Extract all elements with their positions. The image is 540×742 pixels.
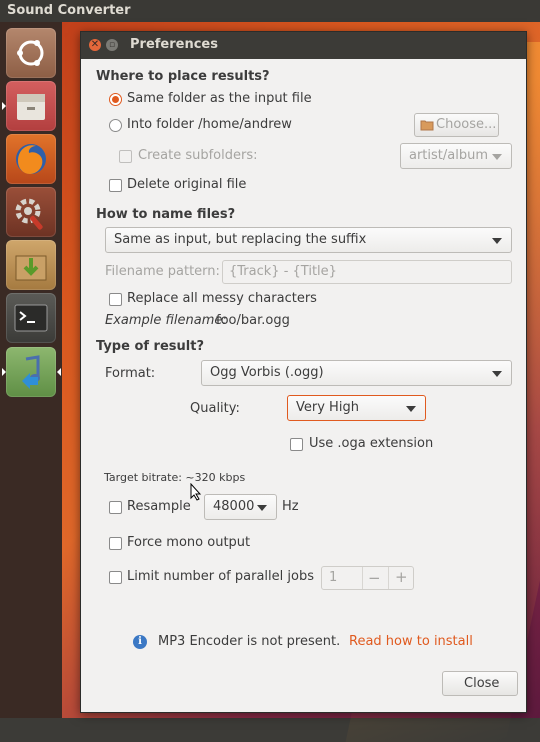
same-folder-label[interactable]: Same folder as the input file [127, 91, 312, 106]
naming-heading: How to name files? [96, 207, 236, 222]
replace-messy-label[interactable]: Replace all messy characters [127, 291, 317, 306]
sound-converter-icon[interactable] [6, 347, 56, 397]
close-window-icon[interactable]: ✕ [89, 39, 101, 51]
dialog-title: Preferences [130, 37, 218, 52]
quality-combo-value: Very High [296, 400, 359, 415]
filename-pattern-value: {Track} - {Title} [229, 264, 337, 279]
software-updater-icon[interactable] [6, 240, 56, 290]
chevron-down-icon [406, 406, 416, 412]
format-combo[interactable]: Ogg Vorbis (.ogg) [201, 360, 512, 386]
chevron-down-icon [492, 371, 502, 377]
decrement-button[interactable]: − [368, 569, 381, 587]
choose-folder-label: Choose... [436, 117, 497, 132]
limit-jobs-checkbox[interactable] [109, 571, 122, 584]
format-combo-value: Ogg Vorbis (.ogg) [210, 365, 324, 380]
minimize-window-icon[interactable]: ▫ [106, 39, 118, 51]
install-help-link[interactable]: Read how to install [349, 634, 473, 649]
create-subfolders-label: Create subfolders: [138, 148, 258, 163]
format-label: Format: [105, 366, 156, 381]
top-panel: Sound Converter [0, 0, 540, 22]
same-folder-radio[interactable] [109, 93, 122, 106]
result-heading: Type of result? [96, 339, 204, 354]
preferences-content: Where to place results? Same folder as t… [82, 59, 524, 711]
subfolder-combo[interactable]: artist/album [400, 143, 512, 169]
chevron-down-icon [257, 505, 267, 511]
launcher [0, 22, 62, 718]
terminal-icon[interactable] [6, 293, 56, 343]
delete-original-checkbox[interactable] [109, 179, 122, 192]
quality-label: Quality: [190, 401, 240, 416]
subfolder-combo-value: artist/album [409, 148, 489, 163]
resample-label[interactable]: Resample [127, 499, 191, 514]
mouse-cursor-icon [190, 482, 202, 505]
parallel-jobs-stepper: 1 − + [321, 566, 414, 590]
example-filename-prefix: Example filename: [105, 313, 227, 328]
firefox-icon[interactable] [6, 134, 56, 184]
dialog-titlebar: ✕ ▫ Preferences [81, 32, 526, 59]
system-settings-icon[interactable] [6, 187, 56, 237]
stepper-divider [362, 567, 363, 589]
target-bitrate-label: Target bitrate: ~320 kbps [104, 471, 246, 484]
close-button[interactable]: Close [442, 671, 518, 696]
placement-heading: Where to place results? [96, 69, 270, 84]
oga-extension-checkbox[interactable] [290, 438, 303, 451]
replace-messy-checkbox[interactable] [109, 293, 122, 306]
preferences-dialog: ✕ ▫ Preferences Where to place results? … [80, 31, 527, 713]
oga-extension-label[interactable]: Use .oga extension [309, 436, 433, 451]
mp3-encoder-message: MP3 Encoder is not present. [158, 634, 341, 649]
app-title: Sound Converter [7, 3, 131, 18]
info-icon: i [133, 635, 147, 649]
create-subfolders-checkbox[interactable] [119, 150, 132, 163]
ubuntu-dash-icon[interactable] [6, 28, 56, 78]
resample-rate-combo[interactable]: 48000 [204, 494, 277, 520]
increment-button[interactable]: + [395, 568, 408, 586]
close-button-label: Close [464, 676, 500, 691]
folder-icon [420, 118, 434, 135]
into-folder-label[interactable]: Into folder /home/andrew [127, 117, 292, 132]
limit-jobs-label[interactable]: Limit number of parallel jobs [127, 569, 314, 584]
example-filename-value: foo/bar.ogg [216, 313, 290, 328]
chevron-down-icon [492, 238, 502, 244]
naming-combo[interactable]: Same as input, but replacing the suffix [105, 227, 512, 253]
quality-combo[interactable]: Very High [287, 395, 426, 421]
chevron-down-icon [492, 154, 502, 160]
parallel-jobs-value[interactable]: 1 [329, 570, 337, 585]
filename-pattern-field[interactable]: {Track} - {Title} [222, 260, 512, 284]
choose-folder-button[interactable]: Choose... [414, 113, 499, 137]
hz-label: Hz [282, 499, 299, 514]
resample-rate-value: 48000 [213, 499, 255, 514]
delete-original-label[interactable]: Delete original file [127, 177, 246, 192]
force-mono-checkbox[interactable] [109, 537, 122, 550]
focused-indicator [57, 368, 61, 376]
stepper-divider [388, 567, 389, 589]
force-mono-label[interactable]: Force mono output [127, 535, 250, 550]
into-folder-radio[interactable] [109, 119, 122, 132]
filename-pattern-label: Filename pattern: [105, 264, 220, 279]
resample-checkbox[interactable] [109, 501, 122, 514]
files-icon[interactable] [6, 81, 56, 131]
naming-combo-value: Same as input, but replacing the suffix [114, 232, 367, 247]
